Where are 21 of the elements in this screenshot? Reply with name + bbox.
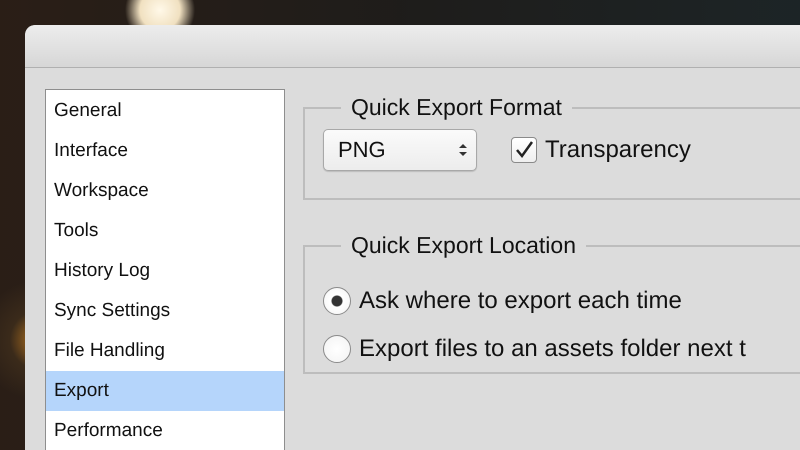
category-item[interactable]: History Log — [46, 251, 284, 291]
category-item[interactable]: Interface — [46, 131, 284, 171]
category-item[interactable]: Export — [46, 371, 284, 411]
category-item[interactable]: Tools — [46, 211, 284, 251]
radio-label: Export files to an assets folder next t — [359, 335, 746, 363]
checkmark-icon — [514, 140, 534, 160]
category-item[interactable]: File Handling — [46, 331, 284, 371]
radio-label: Ask where to export each time — [359, 287, 682, 315]
category-item[interactable]: Performance — [46, 411, 284, 450]
radio-button[interactable] — [323, 335, 351, 363]
category-item[interactable]: General — [46, 91, 284, 131]
category-item[interactable]: Sync Settings — [46, 291, 284, 331]
checkbox-label: Transparency — [545, 136, 691, 164]
category-item[interactable]: Workspace — [46, 171, 284, 211]
group-title: Quick Export Location — [350, 232, 578, 259]
radio-button[interactable] — [323, 287, 351, 315]
checkbox[interactable] — [511, 137, 537, 163]
stepper-arrows-icon — [458, 142, 468, 158]
group-title: Quick Export Format — [350, 94, 563, 121]
format-popup[interactable]: PNG — [323, 129, 477, 171]
transparency-checkbox[interactable]: Transparency — [511, 136, 691, 164]
